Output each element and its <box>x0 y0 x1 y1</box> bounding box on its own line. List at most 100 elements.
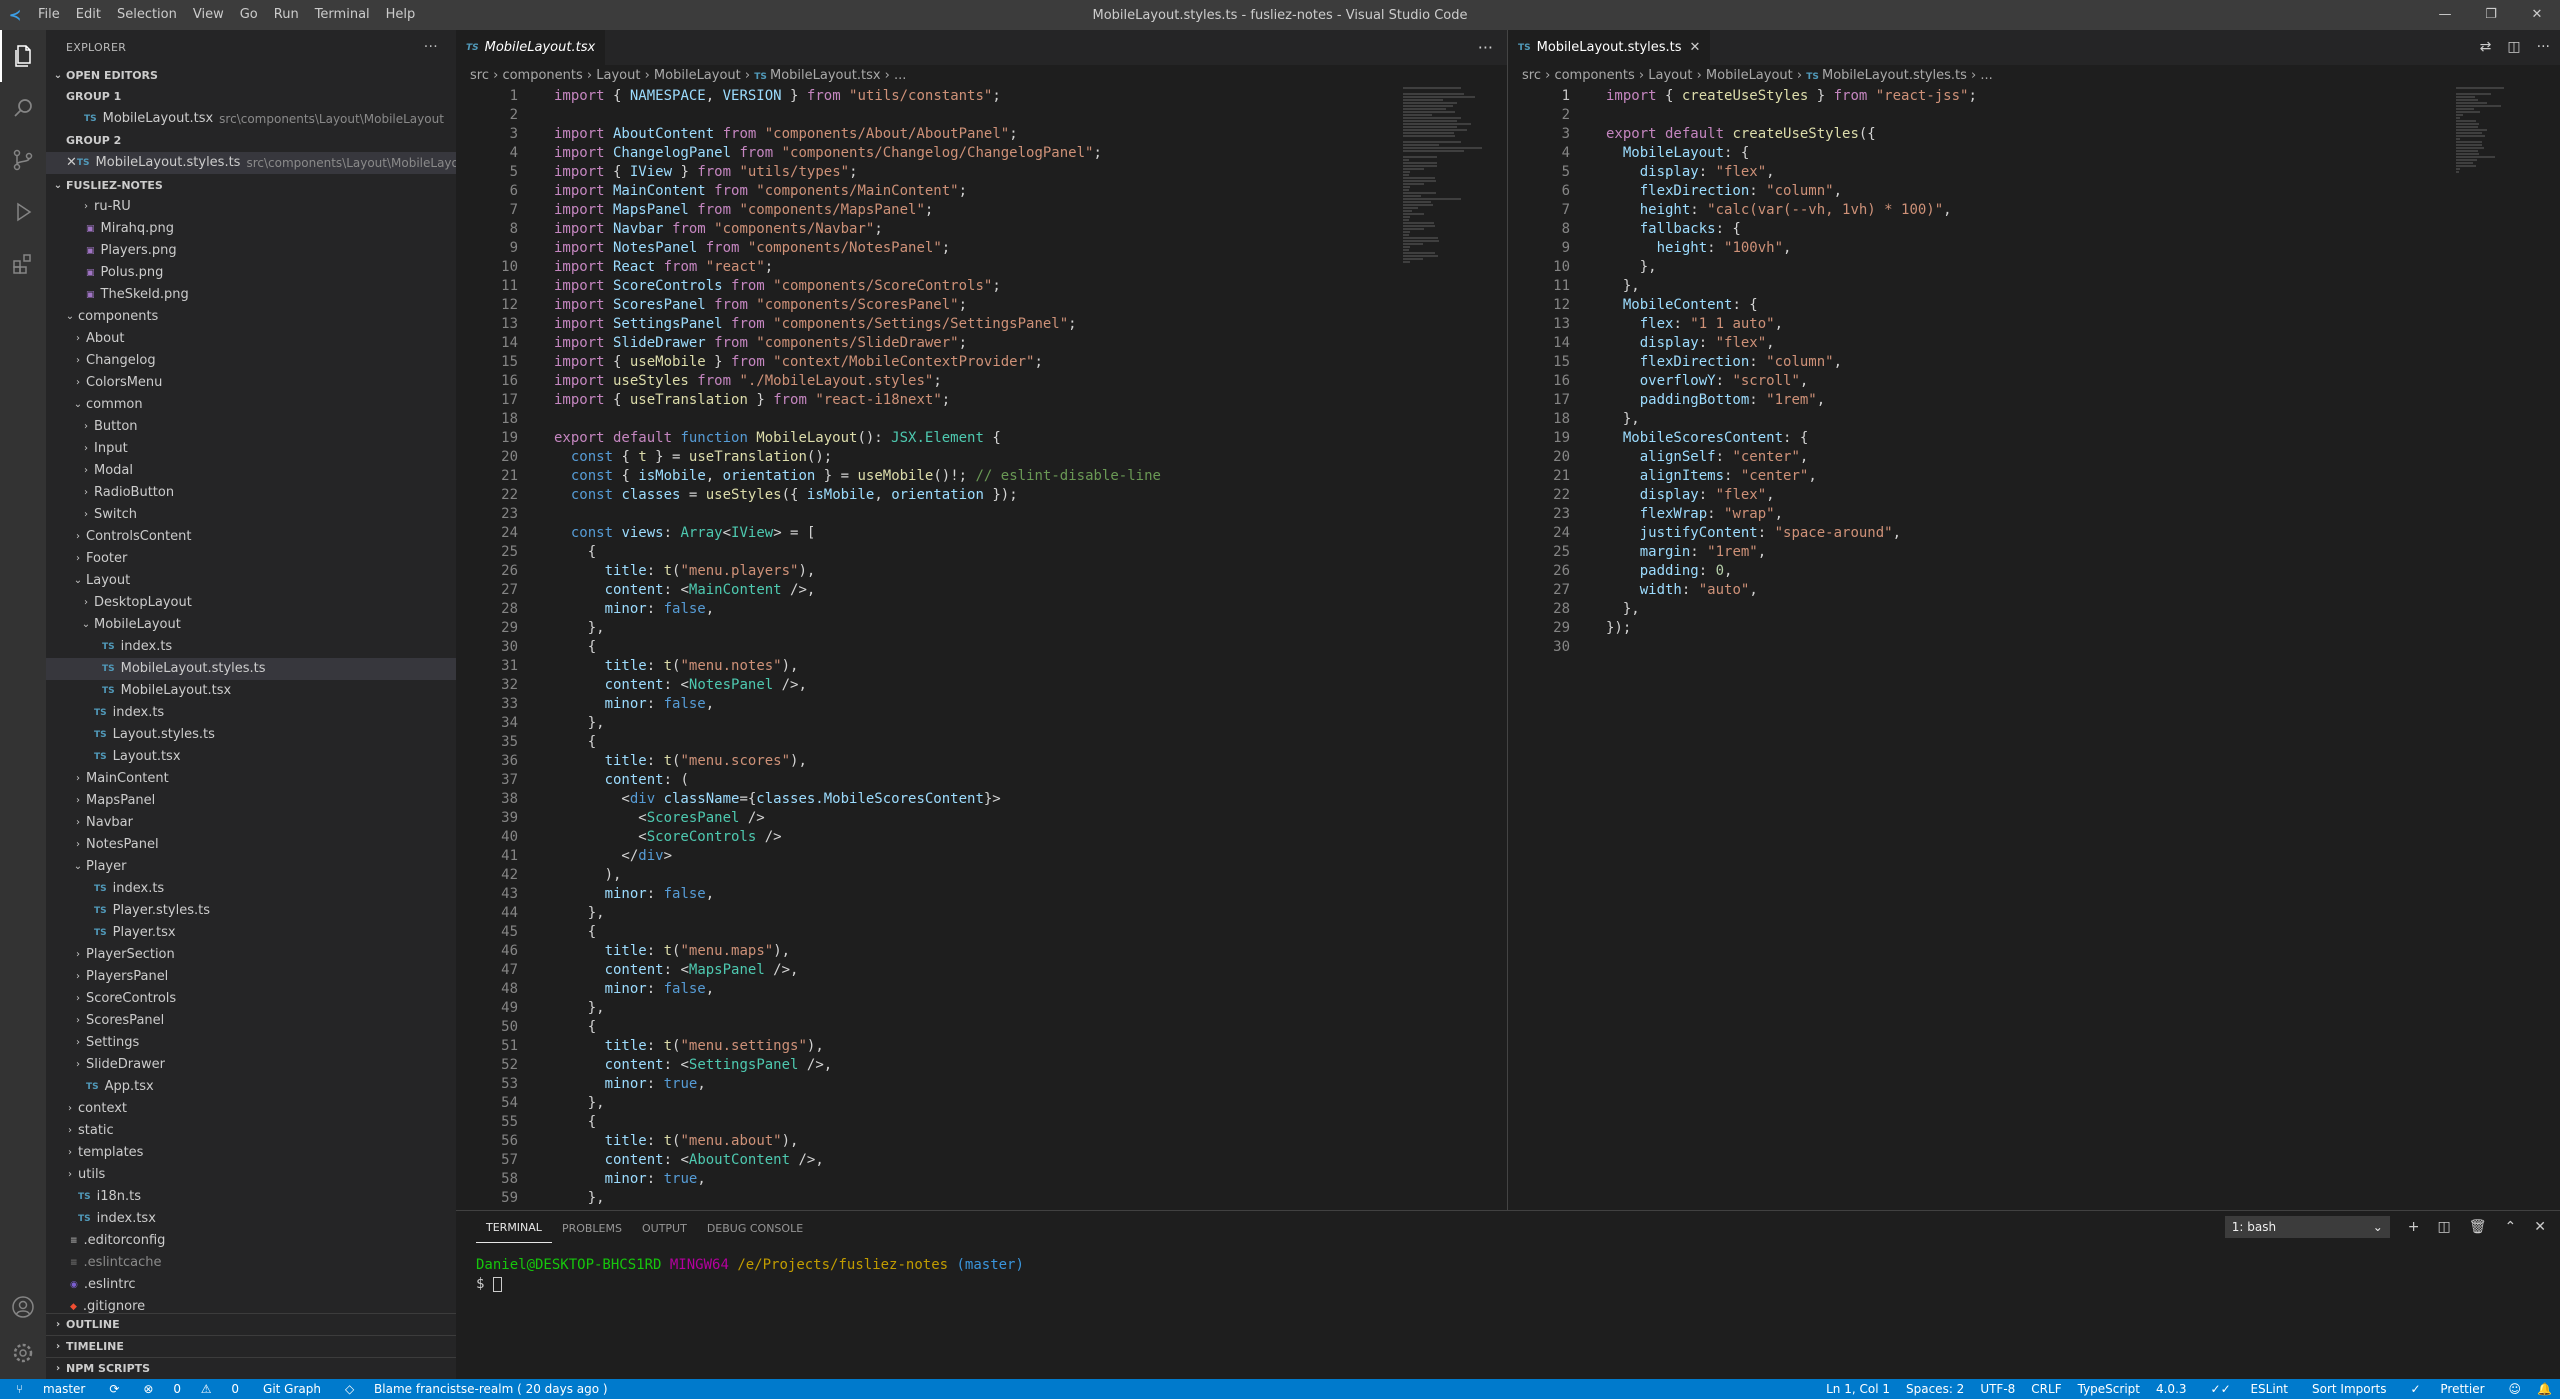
tree-folder[interactable]: › Input <box>46 438 456 460</box>
tree-folder[interactable]: › Switch <box>46 504 456 526</box>
tree-folder[interactable]: › Settings <box>46 1032 456 1054</box>
language-mode[interactable]: TypeScript <box>2070 1382 2148 1396</box>
panel-tab-problems[interactable]: PROBLEMS <box>552 1211 632 1246</box>
breadcrumb-segment[interactable]: MobileLayout <box>654 68 741 83</box>
indentation[interactable]: Spaces: 2 <box>1898 1382 1972 1396</box>
tree-folder[interactable]: › ColorsMenu <box>46 372 456 394</box>
tree-file[interactable]: ▣ Polus.png <box>46 262 456 284</box>
problems-item[interactable]: ⊗ 0 ⚠ 0 <box>127 1382 255 1396</box>
tree-file[interactable]: TS index.ts <box>46 878 456 900</box>
panel-tab-output[interactable]: OUTPUT <box>632 1211 697 1246</box>
minimize-icon[interactable]: — <box>2422 0 2468 30</box>
tree-folder[interactable]: › MainContent <box>46 768 456 790</box>
tree-file[interactable]: TS i18n.ts <box>46 1186 456 1208</box>
feedback-icon[interactable]: ☺ <box>2501 1382 2530 1396</box>
tree-file[interactable]: ≡ .editorconfig <box>46 1230 456 1252</box>
tree-file[interactable]: ▣ Players.png <box>46 240 456 262</box>
cursor-position[interactable]: Ln 1, Col 1 <box>1818 1382 1898 1396</box>
notifications-bell-icon[interactable]: 🔔 <box>2529 1382 2560 1396</box>
tree-folder[interactable]: ⌄ common <box>46 394 456 416</box>
minimap[interactable] <box>2456 87 2546 387</box>
tree-folder[interactable]: › utils <box>46 1164 456 1186</box>
outline-section[interactable]: › OUTLINE <box>46 1313 456 1335</box>
open-editor-item[interactable]: ✕ TS MobileLayout.styles.ts src\components\… <box>46 152 456 174</box>
close-icon[interactable]: ✕ <box>1690 40 1701 55</box>
tree-file[interactable]: ▣ TheSkeld.png <box>46 284 456 306</box>
tree-folder[interactable]: ⌄ components <box>46 306 456 328</box>
breadcrumb-segment[interactable]: MobileLayout.tsx <box>770 68 881 83</box>
breadcrumb[interactable]: src › components › Layout › MobileLayout… <box>1508 65 2560 87</box>
tree-folder[interactable]: ⌄ Player <box>46 856 456 878</box>
breadcrumb-segment[interactable]: components <box>1554 68 1634 83</box>
tree-folder[interactable]: › Button <box>46 416 456 438</box>
panel-tab-debug-console[interactable]: DEBUG CONSOLE <box>697 1211 813 1246</box>
code-editor-left[interactable]: 1 import { NAMESPACE, VERSION } from "uti… <box>456 87 1507 1208</box>
tree-file[interactable]: TS MobileLayout.styles.ts <box>46 658 456 680</box>
tree-folder[interactable]: › Changelog <box>46 350 456 372</box>
run-debug-icon[interactable] <box>0 186 46 238</box>
tree-folder[interactable]: › templates <box>46 1142 456 1164</box>
tree-folder[interactable]: › ScoreControls <box>46 988 456 1010</box>
add-terminal-icon[interactable]: + <box>2408 1219 2420 1235</box>
tree-folder[interactable]: › NotesPanel <box>46 834 456 856</box>
tab-mobilelayout-tsx[interactable]: TS MobileLayout.tsx <box>456 30 607 65</box>
more-actions-icon[interactable]: ··· <box>424 39 456 55</box>
tree-file[interactable]: TS MobileLayout.tsx <box>46 680 456 702</box>
breadcrumb-segment[interactable]: ... <box>1980 68 1992 83</box>
menu-go[interactable]: Go <box>232 0 266 30</box>
tree-file[interactable]: TS Layout.tsx <box>46 746 456 768</box>
tree-file[interactable]: ◉ .eslintrc <box>46 1274 456 1296</box>
breadcrumb-segment[interactable]: src <box>470 68 489 83</box>
sync-icon[interactable]: ⟳ <box>101 1382 127 1396</box>
menu-terminal[interactable]: Terminal <box>307 0 378 30</box>
end-of-line[interactable]: CRLF <box>2023 1382 2069 1396</box>
tree-folder[interactable]: › MapsPanel <box>46 790 456 812</box>
restore-icon[interactable]: ❐ <box>2468 0 2514 30</box>
tab-mobilelayout-styles-ts[interactable]: TS MobileLayout.styles.ts ✕ <box>1508 30 1712 65</box>
tree-folder[interactable]: › Navbar <box>46 812 456 834</box>
menu-selection[interactable]: Selection <box>109 0 185 30</box>
tree-folder[interactable]: › PlayerSection <box>46 944 456 966</box>
npm-scripts-section[interactable]: › NPM SCRIPTS <box>46 1357 456 1379</box>
minimap[interactable] <box>1403 87 1493 387</box>
more-actions-icon[interactable]: ··· <box>1478 30 1493 65</box>
account-icon[interactable] <box>0 1281 46 1333</box>
encoding[interactable]: UTF-8 <box>1972 1382 2023 1396</box>
close-window-icon[interactable]: ✕ <box>2514 0 2560 30</box>
terminal-select[interactable]: 1: bash ⌄ <box>2224 1216 2390 1238</box>
files-icon[interactable] <box>0 30 46 82</box>
split-editor-icon[interactable]: ◫ <box>2507 30 2520 65</box>
tree-folder[interactable]: › ControlsContent <box>46 526 456 548</box>
extensions-icon[interactable] <box>0 238 46 290</box>
close-icon[interactable]: ✕ <box>66 152 77 174</box>
menu-run[interactable]: Run <box>266 0 307 30</box>
menu-edit[interactable]: Edit <box>68 0 109 30</box>
close-panel-icon[interactable]: ✕ <box>2534 1219 2546 1235</box>
menu-help[interactable]: Help <box>378 0 424 30</box>
breadcrumb-segment[interactable]: Layout <box>596 68 640 83</box>
tree-file[interactable]: ▣ Mirahq.png <box>46 218 456 240</box>
tree-file[interactable]: TS Player.tsx <box>46 922 456 944</box>
tree-folder[interactable]: › Modal <box>46 460 456 482</box>
panel-tab-terminal[interactable]: TERMINAL <box>476 1214 552 1243</box>
open-changes-icon[interactable]: ⇄ <box>2480 30 2492 65</box>
tree-folder[interactable]: › About <box>46 328 456 350</box>
tree-folder[interactable]: ⌄ MobileLayout <box>46 614 456 636</box>
source-control-icon[interactable] <box>0 134 46 186</box>
tree-folder[interactable]: › ScoresPanel <box>46 1010 456 1032</box>
more-actions-icon[interactable]: ··· <box>2537 30 2550 65</box>
tree-file[interactable]: TS App.tsx <box>46 1076 456 1098</box>
breadcrumb-segment[interactable]: ... <box>894 68 906 83</box>
tree-file[interactable]: TS Layout.styles.ts <box>46 724 456 746</box>
breadcrumb-segment[interactable]: Layout <box>1648 68 1692 83</box>
tree-folder[interactable]: ⌄ Layout <box>46 570 456 592</box>
terminal-output[interactable]: Daniel@DESKTOP-BHCS1RD MINGW64 /e/Projec… <box>456 1246 2560 1304</box>
tree-folder[interactable]: › ru-RU <box>46 196 456 218</box>
sort-imports-button[interactable]: Sort Imports <box>2304 1382 2395 1396</box>
tree-folder[interactable]: › RadioButton <box>46 482 456 504</box>
tree-file[interactable]: ≡ .eslintcache <box>46 1252 456 1274</box>
menu-view[interactable]: View <box>185 0 232 30</box>
prettier-item[interactable]: ✓ Prettier <box>2395 1382 2501 1396</box>
maximize-panel-icon[interactable]: ⌃ <box>2505 1219 2517 1235</box>
tree-file[interactable]: TS index.tsx <box>46 1208 456 1230</box>
